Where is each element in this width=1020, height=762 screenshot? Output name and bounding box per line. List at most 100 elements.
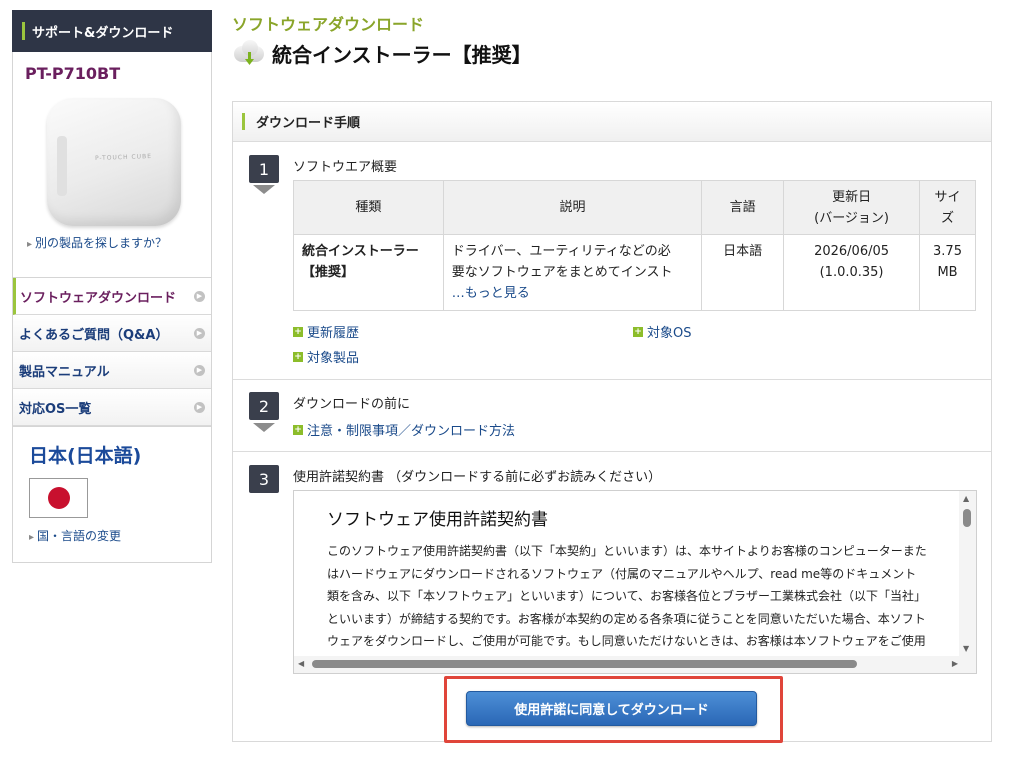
- sidebar-item-label: ソフトウェアダウンロード: [20, 290, 177, 306]
- horizontal-scrollbar[interactable]: ◀ ▶: [294, 656, 976, 673]
- printer-side-slot: [57, 136, 67, 196]
- product-box: PT-P710BT P-TOUCH CUBE 別の製品を探しますか？: [12, 52, 212, 278]
- panel-title: ダウンロード手順: [256, 116, 361, 131]
- header-text: サイ: [934, 189, 961, 205]
- header-text: ズ: [941, 210, 955, 226]
- chevron-right-icon: ▶: [194, 364, 205, 376]
- sidebar-header-title: サポート&ダウンロード: [32, 25, 174, 41]
- header-text: 言語: [729, 200, 756, 215]
- step-2: 2 ダウンロードの前に + 注意・制限事項／ダウンロード方法: [233, 380, 991, 452]
- panel-header: ダウンロード手順: [233, 102, 991, 142]
- cell-text: MB: [937, 265, 958, 280]
- page-heading: 統合インストーラー【推奨】: [272, 42, 532, 67]
- header-text: (バージョン): [814, 210, 890, 226]
- step-arrow-icon: [253, 185, 275, 194]
- target-os-link[interactable]: + 対象OS: [633, 322, 692, 341]
- column-header-language: 言語: [701, 180, 785, 235]
- sidebar-header: サポート&ダウンロード: [12, 10, 212, 52]
- scroll-up-icon[interactable]: ▲: [963, 494, 969, 503]
- step-number-badge: 3: [249, 465, 279, 493]
- scroll-thumb[interactable]: [312, 660, 857, 668]
- cell-text: 3.75: [933, 244, 962, 259]
- change-region-link[interactable]: 国・言語の変更: [29, 527, 121, 544]
- step-number-badge: 1: [249, 155, 279, 183]
- japan-flag-icon: [29, 478, 88, 518]
- cell-description: ドライバー、ユーティリティなどの必 要なソフトウェアをまとめてインスト …もっと見る: [442, 234, 703, 311]
- link-label: 対象製品: [307, 351, 360, 366]
- section-label: ソフトウェアダウンロード: [232, 15, 425, 34]
- license-content: ソフトウェア使用許諾契約書 このソフトウェア使用許諾契約書（以下「本契約」といい…: [327, 505, 927, 662]
- step-title: ダウンロードの前に: [293, 397, 411, 412]
- chevron-right-icon: ▶: [194, 401, 205, 413]
- sidebar-item-label: 対応OS一覧: [19, 401, 92, 417]
- step-title: 使用許諾契約書 （ダウンロードする前に必ずお読みください）: [293, 470, 662, 485]
- region-box: 日本(日本語) 国・言語の変更: [12, 427, 212, 563]
- cloud-download-icon: [232, 38, 266, 68]
- sidebar-item-software-download[interactable]: ソフトウェアダウンロード ▶: [13, 278, 211, 315]
- software-table: 種類 説明 言語 更新日 (バージョン) サイズ 統合インストーラー 【推奨】 ドラ…: [293, 180, 976, 311]
- column-header-description: 説明: [442, 180, 703, 235]
- scroll-left-icon[interactable]: ◀: [298, 659, 304, 668]
- notes-link[interactable]: + 注意・制限事項／ダウンロード方法: [293, 420, 515, 439]
- cell-text: 【推奨】: [302, 265, 355, 280]
- column-header-date: 更新日 (バージョン): [783, 180, 921, 235]
- license-body: このソフトウェア使用許諾契約書（以下「本契約」といいます）は、本サイトよりお客様…: [327, 544, 927, 662]
- download-steps-panel: ダウンロード手順 1 ソフトウエア概要 種類 説明 言語 更新日 (バージョン) …: [232, 101, 992, 742]
- link-label: 対象OS: [647, 326, 692, 341]
- cell-date: 2026/06/05 (1.0.0.35): [783, 234, 921, 311]
- header-accent-bar: [22, 22, 25, 40]
- download-arrow-icon: [245, 52, 254, 65]
- column-header-size: サイズ: [919, 180, 976, 235]
- region-title: 日本(日本語): [29, 445, 142, 467]
- flag-sun: [47, 487, 70, 509]
- show-more-link[interactable]: …もっと見る: [452, 286, 530, 301]
- cell-text: 2026/06/05: [814, 244, 890, 259]
- step-arrow-icon: [253, 423, 275, 432]
- scroll-thumb[interactable]: [963, 509, 971, 527]
- cell-language: 日本語: [701, 234, 785, 311]
- page-title: 統合インストーラー【推奨】: [232, 38, 532, 68]
- vertical-scrollbar[interactable]: ▲ ▼: [959, 491, 976, 656]
- product-image: P-TOUCH CUBE: [45, 98, 183, 228]
- sidebar-menu: ソフトウェアダウンロード ▶ よくあるご質問（Q&A） ▶ 製品マニュアル ▶ …: [12, 278, 212, 427]
- header-text: 更新日: [832, 189, 872, 205]
- cell-text: 統合インストーラー: [302, 244, 419, 259]
- find-other-product-link[interactable]: 別の製品を探しますか？: [27, 234, 167, 251]
- scroll-right-icon[interactable]: ▶: [952, 659, 958, 668]
- license-agreement-box[interactable]: ソフトウェア使用許諾契約書 このソフトウェア使用許諾契約書（以下「本契約」といい…: [293, 490, 977, 674]
- step-title: ソフトウエア概要: [293, 160, 398, 175]
- step-1: 1 ソフトウエア概要 種類 説明 言語 更新日 (バージョン) サイズ 統合インス…: [233, 142, 991, 380]
- sidebar-item-label: よくあるご質問（Q&A）: [19, 327, 169, 343]
- cell-size: 3.75 MB: [919, 234, 976, 311]
- plus-icon: +: [293, 424, 303, 435]
- history-link[interactable]: + 更新履歴: [293, 322, 359, 341]
- chevron-right-icon: ▶: [194, 327, 205, 339]
- panel-accent-bar: [242, 113, 245, 130]
- target-products-link[interactable]: + 対象製品: [293, 347, 359, 366]
- header-text: 種類: [355, 200, 382, 215]
- sidebar-item-faq[interactable]: よくあるご質問（Q&A） ▶: [13, 315, 211, 352]
- link-label: 更新履歴: [307, 326, 360, 341]
- chevron-right-icon: ▶: [194, 290, 205, 302]
- cell-text: 要なソフトウェアをまとめてインスト: [451, 265, 673, 280]
- product-name: PT-P710BT: [25, 64, 121, 83]
- plus-icon: +: [633, 326, 643, 337]
- step-number-badge: 2: [249, 392, 279, 420]
- plus-icon: +: [293, 326, 303, 337]
- table-row: 統合インストーラー 【推奨】 ドライバー、ユーティリティなどの必 要なソフトウェアを…: [293, 234, 976, 311]
- sidebar-item-label: 製品マニュアル: [19, 364, 110, 380]
- header-text: 説明: [559, 200, 586, 215]
- plus-icon: +: [293, 351, 303, 362]
- cell-text: (1.0.0.35): [819, 265, 884, 280]
- sidebar: サポート&ダウンロード PT-P710BT P-TOUCH CUBE 別の製品を…: [12, 10, 212, 563]
- cell-text: ドライバー、ユーティリティなどの必: [451, 244, 671, 259]
- column-header-type: 種類: [293, 180, 444, 235]
- sidebar-item-manuals[interactable]: 製品マニュアル ▶: [13, 352, 211, 389]
- scroll-down-icon[interactable]: ▼: [963, 644, 969, 653]
- printer-body: [47, 98, 181, 226]
- agree-and-download-button[interactable]: 使用許諾に同意してダウンロード: [466, 691, 757, 726]
- cell-type: 統合インストーラー 【推奨】: [293, 234, 444, 311]
- sidebar-item-os-list[interactable]: 対応OS一覧 ▶: [13, 389, 211, 426]
- link-label: 注意・制限事項／ダウンロード方法: [307, 424, 516, 439]
- license-title: ソフトウェア使用許諾契約書: [327, 510, 548, 530]
